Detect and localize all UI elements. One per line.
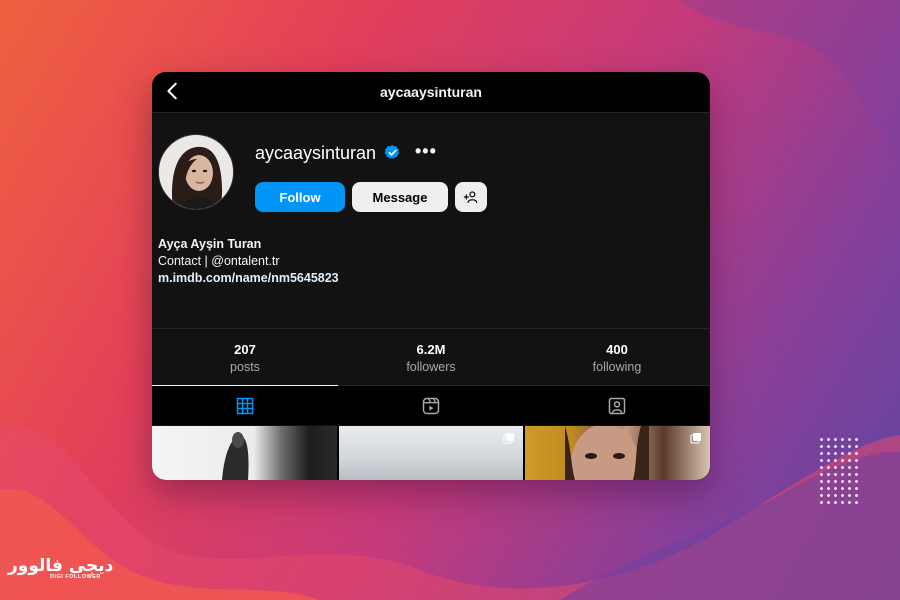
message-button[interactable]: Message — [352, 182, 448, 212]
add-person-icon — [463, 191, 478, 203]
more-options-icon[interactable]: ••• — [415, 141, 437, 162]
stat-label: following — [592, 360, 642, 374]
post-thumbnail[interactable] — [338, 426, 524, 480]
full-name: Ayça Ayşin Turan — [158, 237, 262, 251]
bio: Ayça Ayşin Turan Contact | @ontalent.tr … — [158, 236, 339, 287]
username: aycaaysinturan — [255, 143, 377, 163]
content-tabs — [152, 385, 710, 425]
carousel-icon — [690, 433, 702, 444]
bio-line: Contact | @ontalent.tr — [158, 254, 280, 268]
stat-value: 207 — [234, 342, 256, 357]
stat-label: posts — [230, 360, 260, 374]
tab-tagged[interactable] — [524, 385, 710, 425]
tab-posts[interactable] — [152, 385, 338, 425]
stats-row: 207 posts 6.2M followers 400 following — [152, 328, 710, 387]
post-thumbnail[interactable] — [525, 426, 710, 480]
stat-posts[interactable]: 207 posts — [152, 329, 338, 387]
tagged-icon — [608, 397, 626, 414]
profile-card: aycaaysinturan aycaaysinturan ••• Follow… — [152, 72, 710, 480]
post-thumbnail[interactable] — [152, 426, 337, 480]
logo-arabic-text: دیجی فالوور — [8, 556, 114, 576]
verified-badge-icon — [384, 144, 400, 159]
stat-value: 400 — [606, 342, 628, 357]
stat-following[interactable]: 400 following — [524, 329, 710, 387]
avatar[interactable] — [158, 134, 234, 210]
bio-link[interactable]: m.imdb.com/name/nm5645823 — [158, 270, 339, 287]
brand-logo: دیجی فالوور DIGI FOLLOWER — [8, 556, 113, 580]
follow-button[interactable]: Follow — [255, 182, 345, 212]
stat-value: 6.2M — [416, 342, 446, 357]
stat-followers[interactable]: 6.2M followers — [338, 329, 524, 387]
carousel-icon — [503, 433, 515, 444]
page-title: aycaaysinturan — [380, 84, 482, 100]
tab-reels[interactable] — [338, 385, 524, 425]
suggest-users-button[interactable] — [455, 182, 487, 212]
top-bar: aycaaysinturan — [152, 72, 710, 113]
dots-pattern — [818, 436, 862, 508]
post-grid — [152, 426, 710, 480]
grid-icon — [236, 397, 254, 414]
reels-icon — [422, 397, 440, 414]
stat-label: followers — [406, 360, 456, 374]
